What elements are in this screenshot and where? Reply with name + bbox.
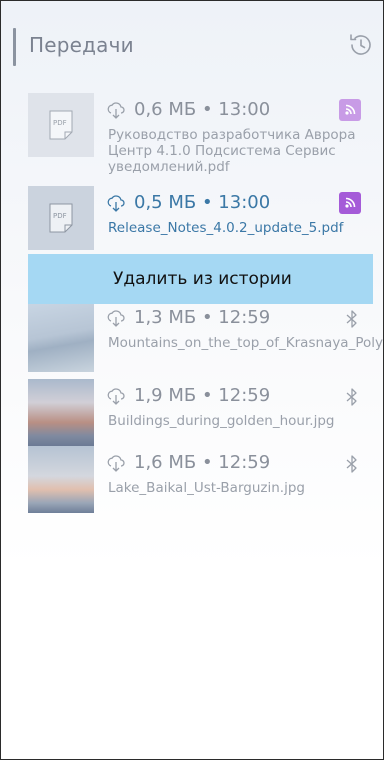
transfer-item-1[interactable]: PDF 0,6 МБ • 13:00 Руководство разработч… <box>28 93 373 175</box>
size-time: 1,9 МБ • 12:59 <box>134 385 271 406</box>
pdf-file-icon: PDF <box>49 110 73 140</box>
pdf-thumbnail: PDF <box>28 93 94 157</box>
bluetooth-icon <box>346 310 357 328</box>
header-accent-bar <box>13 28 16 66</box>
image-thumbnail <box>28 446 94 513</box>
pdf-file-icon: PDF <box>49 203 73 233</box>
size-time: 1,3 МБ • 12:59 <box>134 307 271 328</box>
transfer-item-5[interactable]: 1,6 МБ • 12:59 Lake_Baikal_Ust-Barguzin.… <box>28 446 373 513</box>
transfer-item-3[interactable]: 1,3 МБ • 12:59 Mountains_on_the_top_of_K… <box>28 301 383 372</box>
transfer-item-2[interactable]: PDF 0,5 МБ • 13:00 Release_Notes_4.0.2_u… <box>28 186 373 250</box>
pdf-label: PDF <box>53 119 67 127</box>
history-clock-icon[interactable] <box>345 29 377 61</box>
cloud-download-icon <box>107 454 125 472</box>
bluetooth-icon <box>346 455 357 473</box>
image-thumbnail <box>28 379 94 446</box>
transfer-meta: 1,9 МБ • 12:59 <box>106 385 270 406</box>
file-name: Buildings_during_golden_hour.jpg <box>108 413 335 429</box>
image-thumbnail <box>28 304 94 372</box>
pdf-label: PDF <box>53 212 67 220</box>
transfer-meta: 0,6 МБ • 13:00 <box>106 99 270 120</box>
transfer-meta: 1,6 МБ • 12:59 <box>106 452 270 473</box>
file-name: Release_Notes_4.0.2_update_5.pdf <box>108 220 344 236</box>
size-time: 0,6 МБ • 13:00 <box>134 99 271 120</box>
cloud-download-icon <box>107 194 125 212</box>
transfer-meta: 1,3 МБ • 12:59 <box>106 307 270 328</box>
cloud-download-icon <box>107 101 125 119</box>
delete-from-history-button[interactable]: Удалить из истории <box>28 254 373 304</box>
page-title: Передачи <box>29 33 134 57</box>
bluetooth-icon <box>346 388 357 406</box>
transfer-meta: 0,5 МБ • 13:00 <box>106 192 270 213</box>
size-time: 0,5 МБ • 13:00 <box>134 192 271 213</box>
push-service-icon <box>339 99 361 121</box>
push-service-icon <box>339 192 361 214</box>
cloud-download-icon <box>107 309 125 327</box>
file-name: Mountains_on_the_top_of_Krasnaya_Polyana… <box>108 335 383 351</box>
file-name: Lake_Baikal_Ust-Barguzin.jpg <box>108 480 305 496</box>
file-name: Руководство разработчика Аврора Центр 4.… <box>108 127 356 175</box>
pdf-thumbnail: PDF <box>28 186 94 250</box>
delete-from-history-label: Удалить из истории <box>113 269 292 289</box>
transfers-page: Передачи PDF 0,6 МБ • 13:00 Руководство … <box>0 0 384 760</box>
transfer-item-4[interactable]: 1,9 МБ • 12:59 Buildings_during_golden_h… <box>28 379 373 446</box>
size-time: 1,6 МБ • 12:59 <box>134 452 271 473</box>
cloud-download-icon <box>107 387 125 405</box>
